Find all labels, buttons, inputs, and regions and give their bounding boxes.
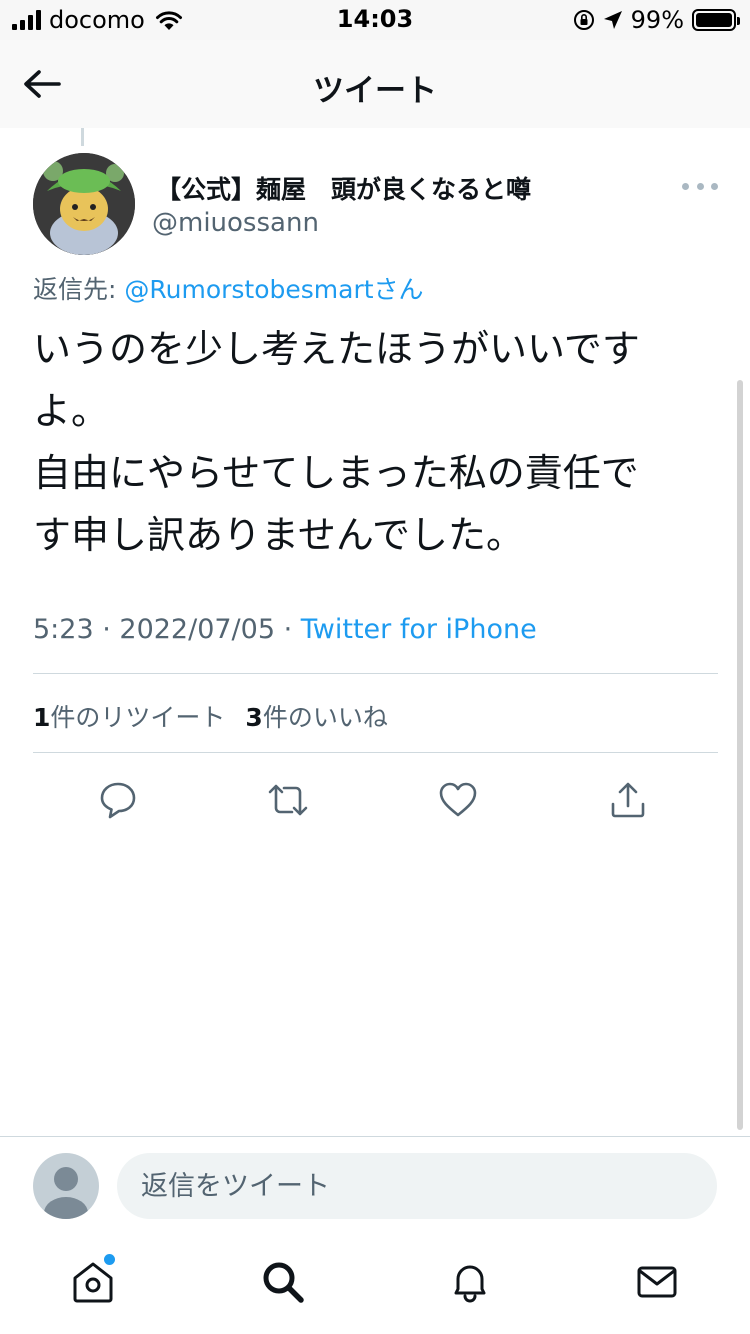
battery-icon	[692, 9, 740, 31]
tweet-date: 2022/07/05	[119, 614, 276, 645]
likes-stat[interactable]: 3件のいいね	[245, 703, 387, 732]
default-user-icon	[44, 1167, 88, 1219]
user-handle[interactable]: @miuossann	[152, 208, 319, 238]
search-icon	[263, 1262, 304, 1303]
tweet-time: 5:23	[33, 614, 94, 645]
divider	[33, 752, 718, 753]
bell-icon	[454, 1265, 486, 1303]
reply-input[interactable]	[117, 1153, 717, 1219]
scrollbar[interactable]	[737, 380, 743, 1130]
new-content-dot	[104, 1254, 115, 1265]
tab-notifications[interactable]	[440, 1252, 500, 1312]
retweet-count: 1	[33, 703, 51, 732]
status-bar: docomo 14:03 99%	[0, 0, 750, 40]
share-button[interactable]	[604, 776, 652, 824]
tweet-meta: 5:23 · 2022/07/05 · Twitter for iPhone	[33, 614, 537, 645]
tweet-source-link[interactable]: Twitter for iPhone	[301, 614, 537, 645]
tweet-text-line: 自由にやらせてしまった私の責任で	[33, 451, 639, 495]
tab-search[interactable]	[253, 1252, 313, 1312]
reply-to-line: 返信先: @Rumorstobesmartさん	[33, 270, 424, 306]
tweet-text-line: いうのを少し考えたほうがいいです	[33, 327, 640, 371]
more-horizontal-icon	[682, 182, 689, 190]
retweet-label: 件のリツイート	[50, 703, 226, 732]
like-label: 件のいいね	[262, 703, 388, 732]
status-right: 99%	[573, 6, 740, 34]
nav-header: ツイート	[0, 40, 750, 128]
like-count: 3	[245, 703, 263, 732]
tweet-text-line: す申し訳ありませんでした。	[33, 513, 524, 557]
retweets-stat[interactable]: 1件のリツイート	[33, 703, 225, 732]
avatar[interactable]	[33, 153, 135, 255]
page-title: ツイート	[313, 73, 437, 109]
reply-bar	[0, 1136, 750, 1234]
comment-icon	[100, 782, 136, 819]
battery-percent: 99%	[630, 6, 684, 34]
thread-line	[81, 128, 84, 146]
reply-mention-link[interactable]: @Rumorstobesmartさん	[124, 275, 423, 304]
envelope-icon	[637, 1266, 677, 1298]
like-button[interactable]	[434, 776, 482, 824]
avatar[interactable]	[33, 1153, 99, 1219]
retweet-icon	[268, 784, 308, 816]
more-horizontal-icon	[696, 182, 704, 190]
heart-icon	[439, 782, 477, 817]
more-options-button[interactable]	[682, 176, 718, 196]
mascot-avatar-image	[33, 153, 135, 255]
more-horizontal-icon	[711, 182, 718, 190]
tab-bar	[0, 1234, 750, 1334]
location-icon	[603, 11, 622, 29]
tweet-stats: 1件のリツイート 3件のいいね	[33, 698, 388, 734]
display-name[interactable]: 【公式】麺屋 頭が良くなると噂	[156, 170, 531, 206]
tweet-text: いうのを少し考えたほうがいいです よ。 自由にやらせてしまった私の責任で す申し…	[33, 318, 723, 566]
share-icon	[611, 782, 645, 818]
meta-separator: ·	[275, 614, 301, 645]
tweet-text-line: よ。	[33, 389, 110, 433]
retweet-button[interactable]	[264, 776, 312, 824]
reply-button[interactable]	[94, 776, 142, 824]
home-icon	[73, 1262, 113, 1303]
orientation-lock-icon	[573, 10, 594, 30]
divider	[33, 673, 718, 674]
reply-to-label: 返信先:	[33, 275, 125, 304]
tweet-actions	[33, 770, 718, 826]
meta-separator: ·	[93, 614, 120, 645]
tab-messages[interactable]	[627, 1252, 687, 1312]
